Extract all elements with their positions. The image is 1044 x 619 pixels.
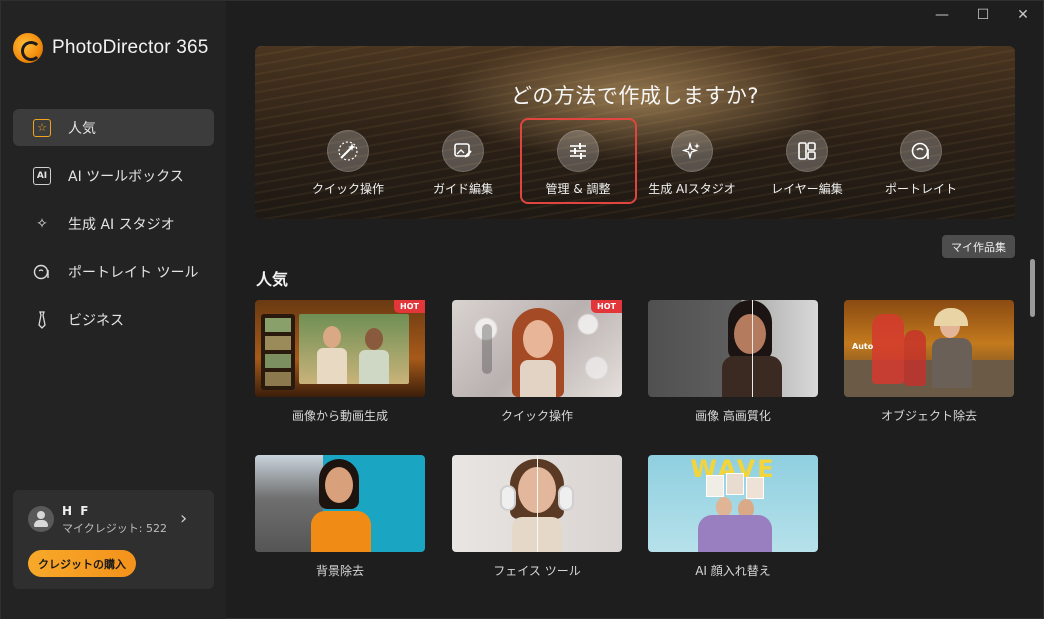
app-window: PhotoDirector 365 ☆ 人気 AI AI ツールボックス ✧ 生…	[0, 0, 1044, 619]
guided-edit-icon	[442, 130, 484, 172]
portrait-icon	[33, 263, 51, 281]
section-title: 人気	[256, 270, 289, 289]
card-thumbnail	[255, 455, 425, 552]
layers-icon	[786, 130, 828, 172]
app-title: PhotoDirector 365	[52, 37, 209, 58]
app-logo: PhotoDirector 365	[13, 33, 209, 63]
my-works-button[interactable]: マイ作品集	[942, 235, 1015, 258]
hot-badge: HOT	[394, 300, 425, 313]
card-image-to-video[interactable]: HOT 画像から動画生成	[255, 300, 425, 424]
sidebar-item-label: ビジネス	[68, 312, 124, 329]
minimize-button[interactable]: —	[931, 7, 953, 23]
sidebar-item-label: ポートレイト ツール	[68, 264, 199, 281]
tool-quick-actions[interactable]: クイック操作	[293, 130, 403, 197]
avatar	[28, 506, 54, 532]
sidebar-item-label: 人気	[68, 120, 96, 137]
card-label: クイック操作	[500, 409, 573, 423]
card-ai-face-swap[interactable]: WAVE AI 顔入れ替え	[648, 455, 818, 579]
tool-highlight-frame	[520, 118, 637, 204]
star-icon: ☆	[33, 118, 51, 137]
hero-title: どの方法で作成しますか?	[510, 84, 760, 108]
sidebar-item-label: 生成 AI スタジオ	[68, 216, 175, 233]
sidebar-item-business[interactable]: ビジネス	[13, 301, 214, 338]
card-thumbnail	[255, 300, 425, 397]
tool-label: クイック操作	[311, 182, 384, 196]
card-thumbnail: Auto	[844, 300, 1014, 397]
hero-banner: どの方法で作成しますか? クイック操作 ガイド編集 管理 & 調整 生成 AIス…	[255, 46, 1015, 219]
tool-guided-edit[interactable]: ガイド編集	[408, 130, 518, 197]
sidebar-item-generative-ai-studio[interactable]: ✧ 生成 AI スタジオ	[13, 205, 214, 242]
card-label: 背景除去	[315, 564, 364, 578]
tool-layer-edit[interactable]: レイヤー編集	[752, 130, 862, 197]
tool-portrait[interactable]: ポートレイト	[866, 130, 976, 197]
card-object-removal[interactable]: Auto オブジェクト除去	[844, 300, 1014, 424]
card-background-removal[interactable]: 背景除去	[255, 455, 425, 579]
photodirector-logo-icon	[13, 33, 43, 63]
sparkle-icon	[671, 130, 713, 172]
tool-label: 生成 AIスタジオ	[648, 182, 736, 196]
credit-balance: マイクレジット: 522	[62, 522, 167, 535]
tool-label: レイヤー編集	[771, 182, 843, 196]
card-image-enhance[interactable]: 画像 高画質化	[648, 300, 818, 424]
chevron-right-icon[interactable]: ›	[180, 508, 187, 529]
sidebar-nav: ☆ 人気 AI AI ツールボックス ✧ 生成 AI スタジオ ポートレイト ツ…	[13, 109, 214, 349]
card-thumbnail: WAVE	[648, 455, 818, 552]
tie-icon	[33, 310, 51, 329]
card-thumbnail	[452, 455, 622, 552]
sidebar-item-portrait-tools[interactable]: ポートレイト ツール	[13, 253, 214, 290]
card-quick-actions[interactable]: HOT クイック操作	[452, 300, 622, 424]
account-card[interactable]: H F マイクレジット: 522 › クレジットの購入	[13, 490, 214, 589]
auto-tag: Auto	[852, 342, 874, 351]
card-thumbnail	[648, 300, 818, 397]
sidebar-item-ai-toolbox[interactable]: AI AI ツールボックス	[13, 157, 214, 194]
magic-wand-icon	[327, 130, 369, 172]
card-label: フェイス ツール	[493, 564, 581, 578]
card-label: 画像 高画質化	[695, 409, 771, 423]
card-thumbnail	[452, 300, 622, 397]
hot-badge: HOT	[591, 300, 622, 313]
account-name: H F	[62, 504, 91, 518]
sidebar-item-label: AI ツールボックス	[68, 168, 184, 185]
sidebar: PhotoDirector 365 ☆ 人気 AI AI ツールボックス ✧ 生…	[1, 1, 226, 619]
tool-generative-ai-studio[interactable]: 生成 AIスタジオ	[637, 130, 747, 197]
card-label: オブジェクト除去	[880, 409, 977, 423]
close-button[interactable]: ✕	[1012, 7, 1034, 23]
sparkle-icon: ✧	[36, 215, 48, 232]
tool-label: ポートレイト	[884, 182, 957, 196]
tool-label: ガイド編集	[432, 182, 493, 196]
card-face-tools[interactable]: フェイス ツール	[452, 455, 622, 579]
card-label: 画像から動画生成	[291, 409, 388, 423]
portrait-icon	[900, 130, 942, 172]
sidebar-item-popular[interactable]: ☆ 人気	[13, 109, 214, 146]
vertical-scrollbar[interactable]	[1030, 259, 1035, 317]
buy-credits-button[interactable]: クレジットの購入	[28, 550, 136, 577]
card-label: AI 顔入れ替え	[695, 564, 771, 578]
ai-toolbox-icon: AI	[33, 166, 51, 185]
maximize-button[interactable]: ☐	[972, 7, 994, 23]
